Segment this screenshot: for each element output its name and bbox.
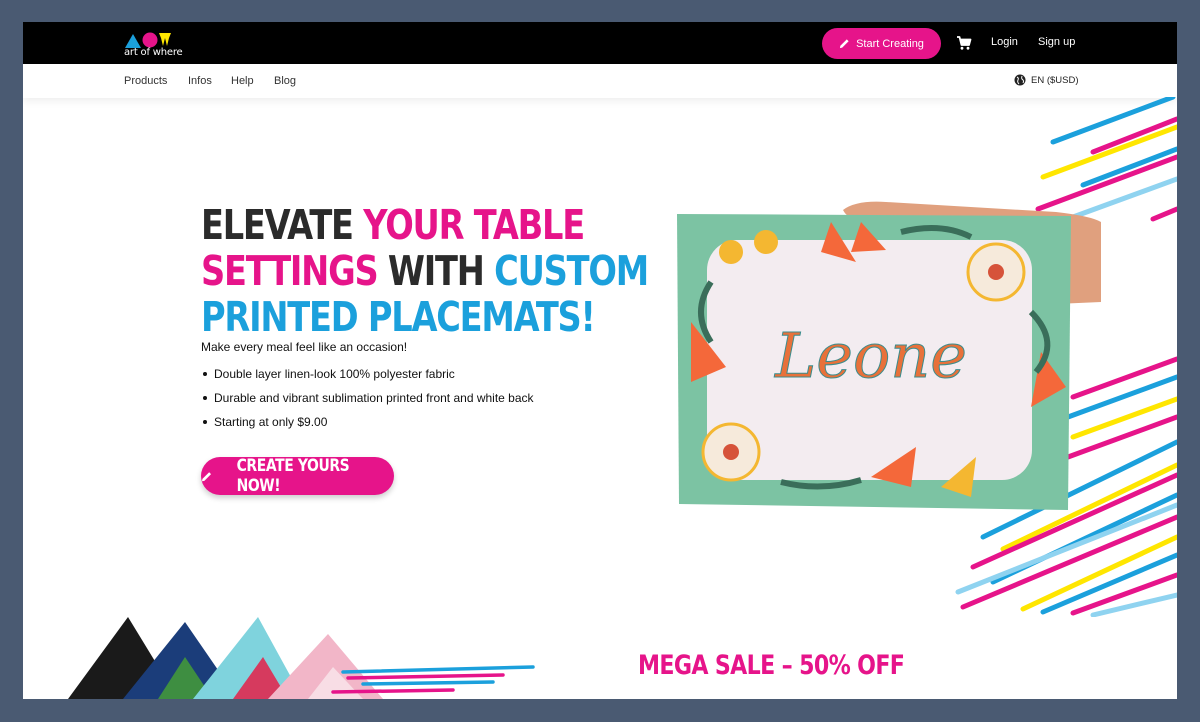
hero-subtitle: Make every meal feel like an occasion! — [201, 340, 408, 354]
promo-banner: MEGA SALE – 50% OFF — [638, 650, 905, 681]
nav-item-blog[interactable]: Blog — [274, 75, 296, 87]
nav-item-infos[interactable]: Infos — [188, 75, 212, 87]
headline-word: CUSTOM — [494, 247, 649, 295]
pencil-icon — [839, 39, 849, 49]
headline-word: YOUR TABLE — [363, 201, 585, 249]
placemat-text: Leone — [774, 319, 967, 392]
headline-word: WITH — [387, 247, 485, 295]
hero-headline: ELEVATE YOUR TABLE SETTINGS WITH CUSTOM … — [201, 201, 649, 340]
feature-item: Starting at only $9.00 — [201, 410, 534, 434]
cart-icon[interactable] — [956, 35, 972, 51]
logo-triangle-icon — [125, 34, 141, 48]
nav-item-help[interactable]: Help — [231, 75, 254, 87]
placemat-product-image: Leone — [677, 201, 1101, 510]
nav-item-products[interactable]: Products — [124, 75, 167, 87]
feature-list: Double layer linen-look 100% polyester f… — [201, 362, 534, 434]
create-yours-label: CREATE YOURS NOW! — [236, 456, 349, 496]
feature-item: Durable and vibrant sublimation printed … — [201, 386, 534, 410]
create-yours-button[interactable]: CREATE YOURS NOW! — [201, 456, 394, 496]
fabric-swatches — [68, 617, 535, 699]
headline-word: PRINTED PLACEMATS! — [201, 293, 596, 341]
login-link[interactable]: Login — [991, 36, 1018, 48]
logo-w-icon — [159, 33, 171, 46]
feature-item: Double layer linen-look 100% polyester f… — [201, 362, 534, 386]
pencil-icon — [201, 471, 212, 481]
logo-circle-icon — [142, 32, 158, 48]
start-creating-button[interactable]: Start Creating — [822, 28, 941, 59]
language-selector[interactable]: EN ($USD) — [1014, 74, 1079, 86]
headline-word: ELEVATE — [201, 201, 354, 249]
brand-name[interactable]: art of where — [124, 47, 183, 58]
start-creating-label: Start Creating — [856, 37, 924, 50]
globe-icon — [1014, 74, 1026, 86]
language-label: EN ($USD) — [1031, 74, 1079, 86]
headline-word: SETTINGS — [201, 247, 379, 295]
top-bar: art of where Start Creating Login Sign u… — [23, 22, 1177, 64]
signup-link[interactable]: Sign up — [1038, 36, 1075, 48]
browser-page: art of where Start Creating Login Sign u… — [23, 22, 1177, 699]
main-nav: Products Infos Help Blog EN ($USD) — [23, 64, 1177, 98]
